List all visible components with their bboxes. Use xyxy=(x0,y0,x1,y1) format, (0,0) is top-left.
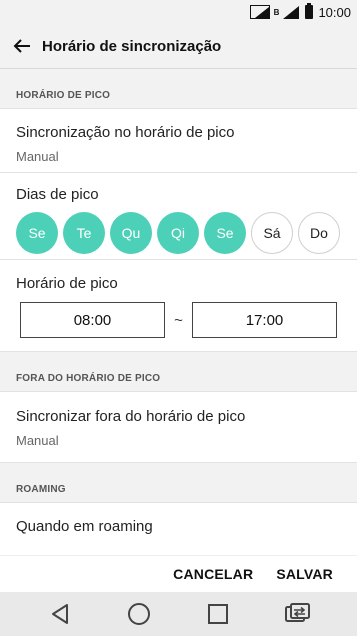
action-bar: CANCELAR SALVAR xyxy=(0,555,357,592)
battery-icon xyxy=(305,3,314,19)
app-bar: Horário de sincronização xyxy=(0,24,357,69)
arrow-left-icon xyxy=(13,39,30,53)
back-button[interactable] xyxy=(0,24,44,69)
cancel-button[interactable]: CANCELAR xyxy=(173,566,253,582)
dual-window-swap-icon xyxy=(285,603,311,622)
off-peak-sync-item[interactable]: Sincronizar fora do horário de pico Manu… xyxy=(0,392,357,463)
day-toggle-wed[interactable]: Qu xyxy=(110,212,152,254)
day-toggle-mon[interactable]: Se xyxy=(16,212,58,254)
peak-sync-item[interactable]: Sincronização no horário de pico Manual xyxy=(0,109,357,173)
time-range-separator: ~ xyxy=(174,311,183,329)
section-header-roaming: ROAMING xyxy=(0,463,357,503)
peak-days-title: Dias de pico xyxy=(16,186,99,203)
section-header-off-peak: FORA DO HORÁRIO DE PICO xyxy=(0,352,357,392)
network-type-label: B xyxy=(273,7,280,17)
peak-hours-title: Horário de pico xyxy=(16,275,118,292)
day-toggle-sun[interactable]: Do xyxy=(298,212,340,254)
recents-square-icon xyxy=(208,604,229,624)
nav-back-button[interactable] xyxy=(40,594,80,634)
day-toggle-tue[interactable]: Te xyxy=(63,212,105,254)
start-time-field[interactable]: 08:00 xyxy=(20,302,165,338)
peak-days-item: Dias de pico Se Te Qu Qi Se Sá Do xyxy=(0,173,357,260)
day-selector: Se Te Qu Qi Se Sá Do xyxy=(16,212,357,254)
page-title: Horário de sincronização xyxy=(42,37,222,55)
day-toggle-fri[interactable]: Se xyxy=(204,212,246,254)
roaming-item[interactable]: Quando em roaming xyxy=(0,503,357,555)
day-toggle-thu[interactable]: Qi xyxy=(157,212,199,254)
home-circle-icon xyxy=(127,603,150,625)
status-clock: 10:00 xyxy=(318,4,351,20)
day-toggle-sat[interactable]: Sá xyxy=(251,212,293,254)
peak-hours-item: Horário de pico 08:00 ~ 17:00 xyxy=(0,260,357,352)
roaming-title: Quando em roaming xyxy=(16,518,153,535)
save-button[interactable]: SALVAR xyxy=(276,566,333,582)
peak-sync-title: Sincronização no horário de pico xyxy=(16,124,235,141)
settings-list[interactable]: HORÁRIO DE PICO Sincronização no horário… xyxy=(0,69,357,555)
nav-switch-sim-button[interactable] xyxy=(277,594,317,634)
cell-signal-icon xyxy=(283,5,300,19)
off-peak-sync-value: Manual xyxy=(16,433,59,448)
off-peak-sync-title: Sincronizar fora do horário de pico xyxy=(16,408,246,425)
sim-signal-icon xyxy=(249,5,270,19)
status-bar: B 10:00 xyxy=(0,0,357,24)
end-time-field[interactable]: 17:00 xyxy=(192,302,337,338)
peak-sync-value: Manual xyxy=(16,149,59,164)
nav-home-button[interactable] xyxy=(119,594,159,634)
section-header-peak: HORÁRIO DE PICO xyxy=(0,69,357,109)
time-range: 08:00 ~ 17:00 xyxy=(20,302,357,338)
nav-recents-button[interactable] xyxy=(198,594,238,634)
screen: B 10:00 Horário de sincronização HORÁRIO… xyxy=(0,0,357,636)
navigation-bar xyxy=(0,592,357,636)
back-triangle-icon xyxy=(51,604,68,624)
